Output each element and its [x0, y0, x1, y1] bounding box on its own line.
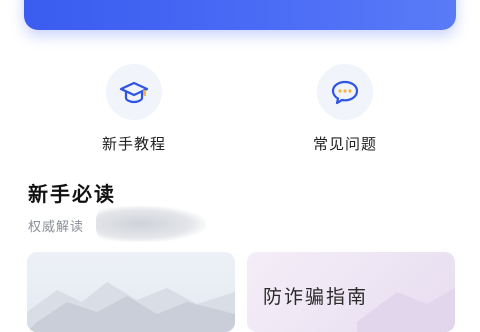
chat-bubble-icon — [317, 64, 373, 120]
blurred-overlay — [96, 206, 206, 242]
quick-link-label: 新手教程 — [101, 135, 166, 153]
mountain-illustration — [27, 282, 235, 332]
quick-link-faq[interactable]: 常见问题 — [300, 64, 390, 164]
quick-link-label: 常见问题 — [312, 135, 377, 153]
article-card-1[interactable] — [27, 252, 235, 332]
top-banner[interactable] — [24, 0, 456, 30]
quick-link-tutorial[interactable]: 新手教程 — [89, 64, 179, 164]
graduation-cap-icon — [106, 64, 162, 120]
section-subtitle: 权威解读 — [28, 220, 85, 235]
section-title: 新手必读 — [28, 182, 116, 206]
card-title: 防诈骗指南 — [263, 286, 369, 308]
article-card-2[interactable]: 防诈骗指南 — [247, 252, 455, 332]
